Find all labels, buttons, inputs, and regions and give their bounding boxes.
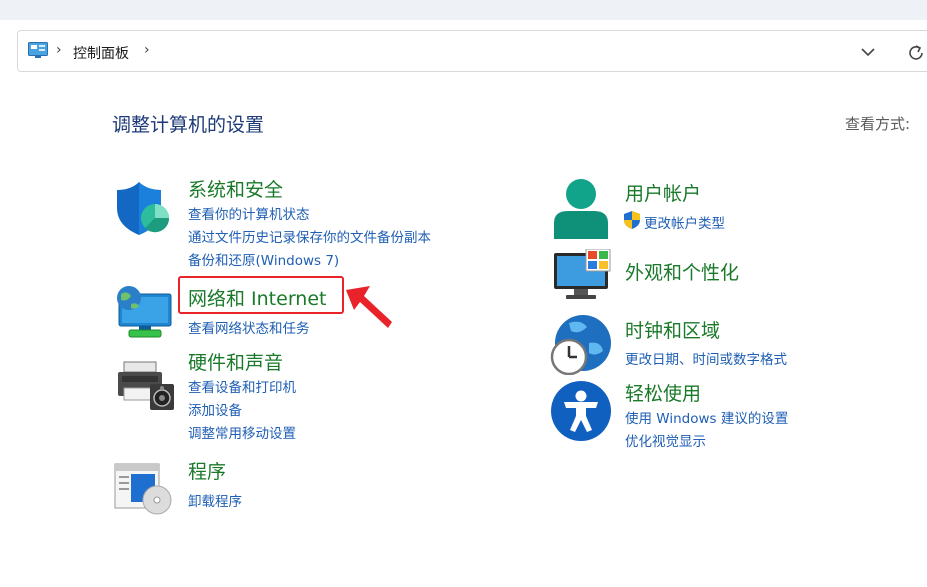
page-title: 调整计算机的设置 (112, 114, 265, 136)
category-user-accounts[interactable]: 用户帐户 (625, 179, 701, 206)
link-devices-printers[interactable]: 查看设备和打印机 (188, 376, 296, 396)
window-top-strip (0, 0, 927, 20)
control-panel-icon[interactable] (28, 42, 48, 58)
network-globe-icon[interactable] (113, 284, 175, 340)
link-view-computer-status[interactable]: 查看你的计算机状态 (188, 203, 310, 223)
link-date-time-format[interactable]: 更改日期、时间或数字格式 (625, 348, 787, 368)
link-file-history-backup[interactable]: 通过文件历史记录保存你的文件备份副本 (188, 226, 431, 246)
link-change-account-type[interactable]: 更改帐户类型 (644, 212, 725, 232)
address-bar[interactable] (17, 30, 927, 72)
category-ease-of-access[interactable]: 轻松使用 (625, 379, 701, 406)
category-system-security[interactable]: 系统和安全 (188, 175, 283, 202)
uac-shield-icon (624, 211, 640, 229)
user-icon[interactable] (552, 177, 610, 239)
link-mobility-settings[interactable]: 调整常用移动设置 (188, 422, 296, 442)
view-by-label: 查看方式: (845, 115, 911, 133)
chevron-down-icon[interactable] (858, 42, 878, 62)
category-hardware-sound[interactable]: 硬件和声音 (188, 348, 283, 375)
printer-speaker-icon[interactable] (116, 360, 176, 412)
link-backup-restore[interactable]: 备份和还原(Windows 7) (188, 249, 339, 269)
category-appearance[interactable]: 外观和个性化 (625, 258, 739, 285)
monitor-personalize-icon[interactable] (552, 249, 614, 303)
shield-icon[interactable] (115, 180, 173, 236)
breadcrumb-separator-icon[interactable]: › (56, 42, 62, 58)
breadcrumb-separator-icon[interactable]: › (144, 42, 150, 58)
programs-disc-icon[interactable] (113, 460, 175, 516)
annotation-arrow-icon (346, 286, 392, 328)
link-optimize-display[interactable]: 优化视觉显示 (625, 430, 706, 450)
link-recommended-settings[interactable]: 使用 Windows 建议的设置 (625, 407, 788, 427)
link-uninstall-program[interactable]: 卸载程序 (188, 490, 242, 510)
link-add-device[interactable]: 添加设备 (188, 399, 242, 419)
refresh-icon[interactable] (905, 42, 927, 64)
clock-globe-icon[interactable] (549, 313, 613, 375)
link-view-network-status[interactable]: 查看网络状态和任务 (188, 317, 310, 337)
category-clock-region[interactable]: 时钟和区域 (625, 316, 720, 343)
accessibility-icon[interactable] (550, 380, 612, 442)
highlight-box (178, 276, 344, 314)
category-programs[interactable]: 程序 (188, 457, 226, 484)
breadcrumb-control-panel[interactable]: 控制面板 (73, 43, 129, 63)
